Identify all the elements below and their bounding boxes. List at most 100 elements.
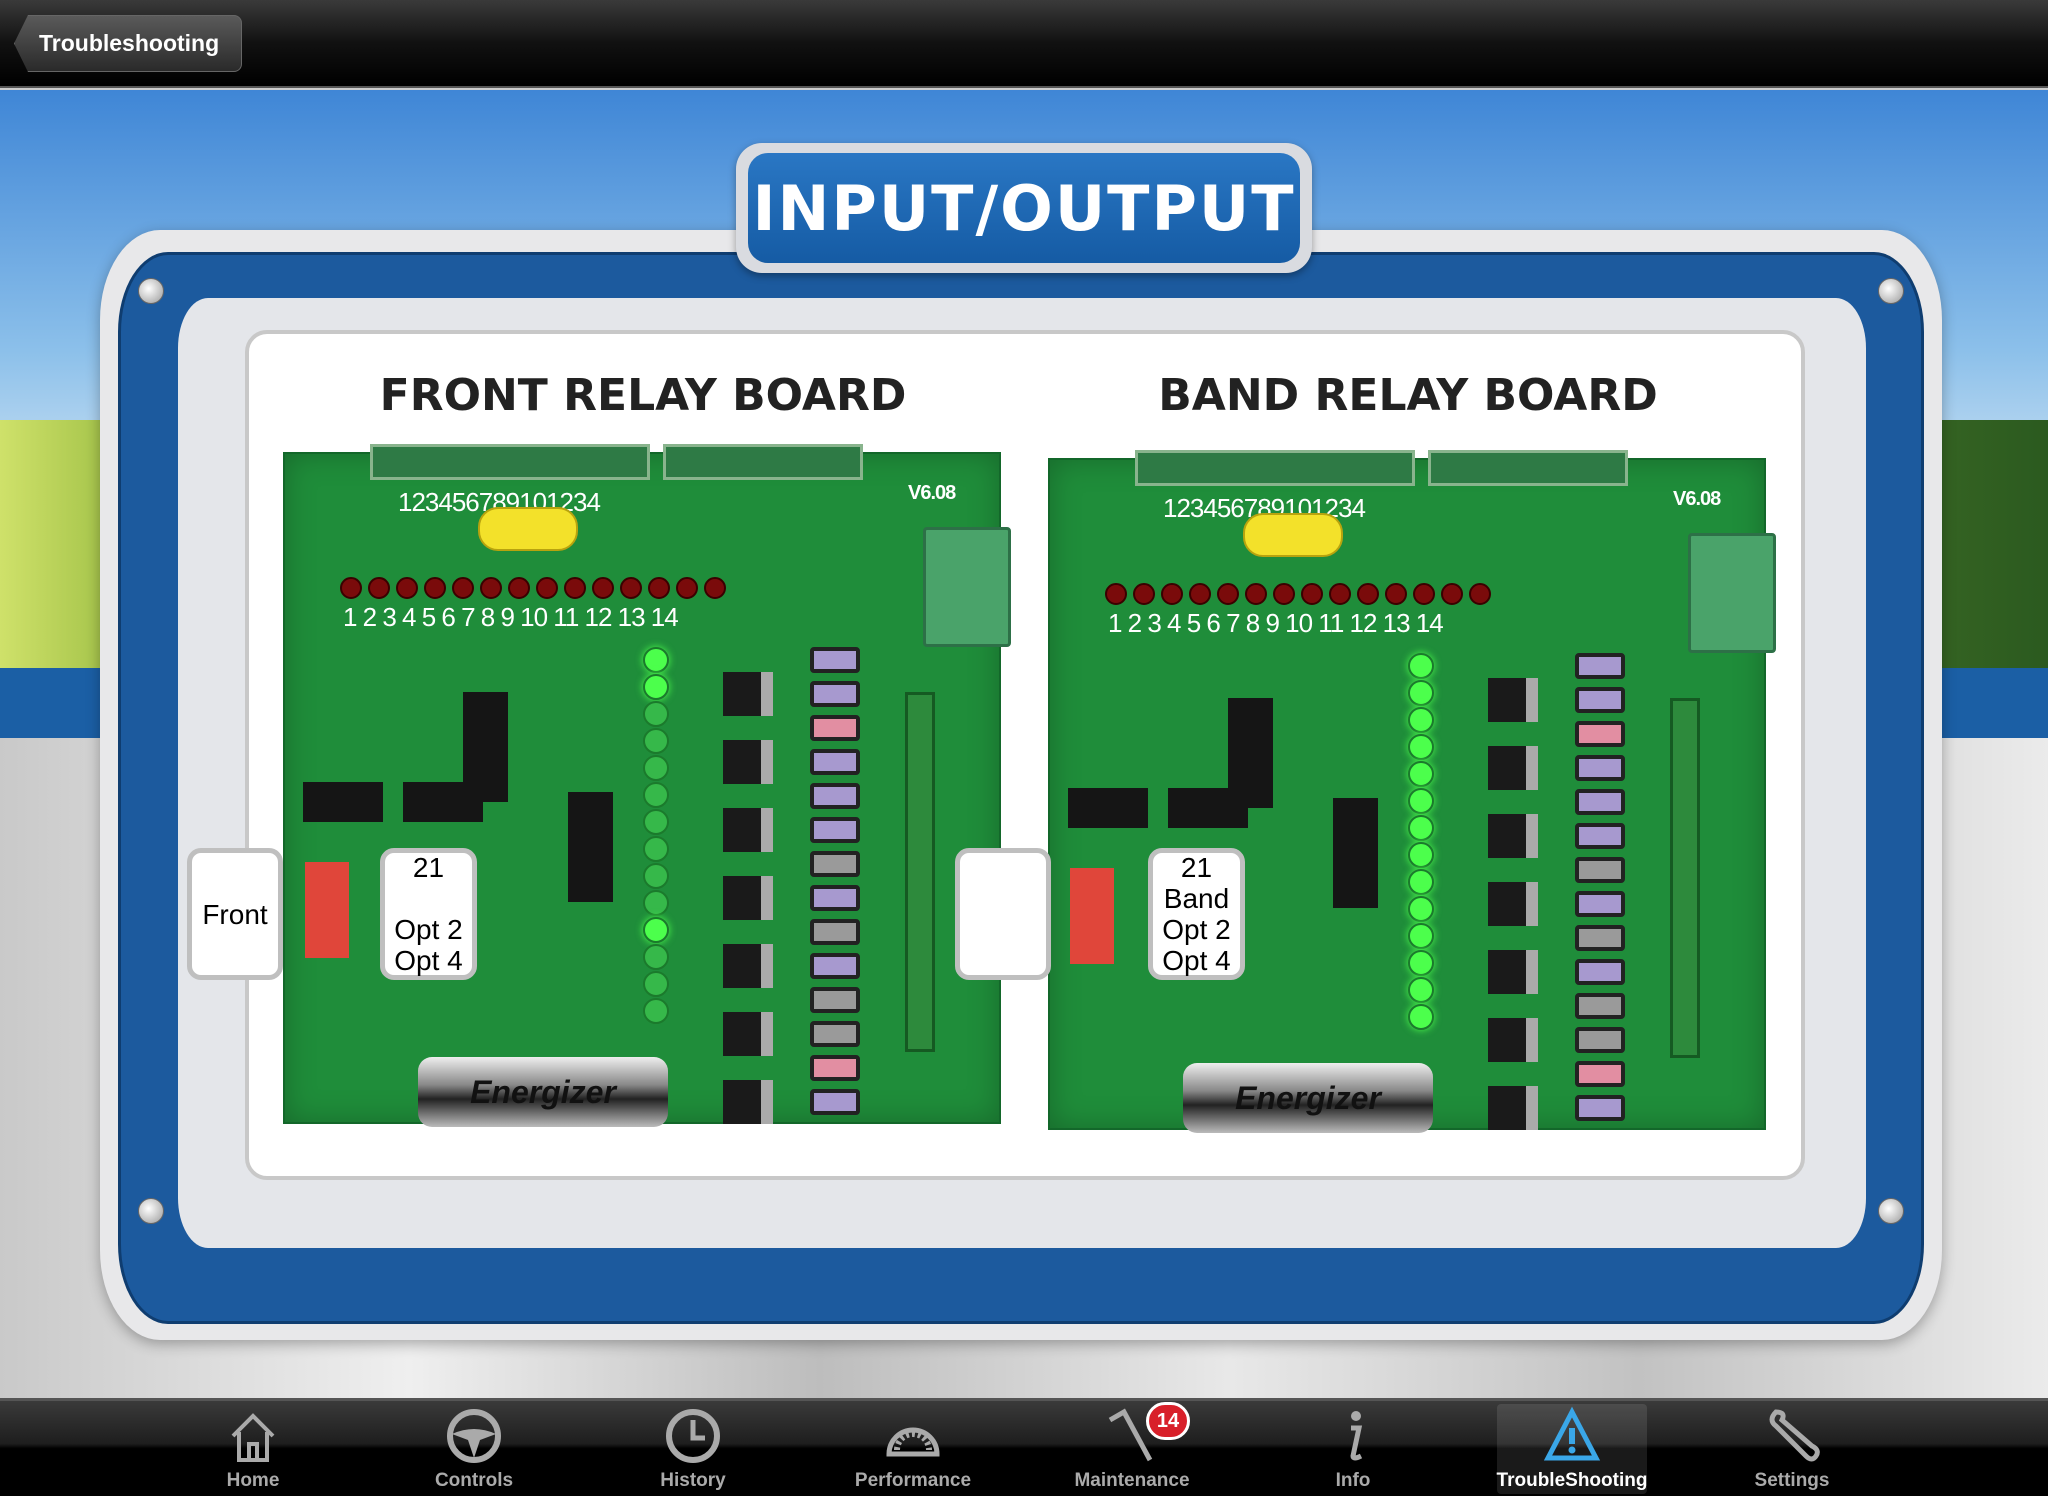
green-led bbox=[1408, 869, 1434, 895]
terminal-connector bbox=[663, 444, 863, 480]
tab-settings[interactable]: Settings bbox=[1717, 1404, 1867, 1494]
fuse bbox=[1575, 993, 1625, 1019]
tab-history[interactable]: History bbox=[618, 1404, 768, 1494]
green-led bbox=[643, 647, 669, 673]
wrench-icon bbox=[1769, 1409, 1820, 1462]
chip bbox=[303, 782, 383, 822]
red-led bbox=[648, 577, 670, 599]
power-connector bbox=[923, 527, 1011, 647]
red-led bbox=[1385, 583, 1407, 605]
fuse bbox=[1575, 925, 1625, 951]
green-led bbox=[1408, 923, 1434, 949]
tab-troubleshooting[interactable]: TroubleShooting bbox=[1497, 1404, 1647, 1494]
fuse bbox=[810, 987, 860, 1013]
top-nav-bar: Troubleshooting bbox=[0, 0, 2048, 88]
relay-transistor bbox=[1488, 678, 1538, 722]
output-terminal-strip bbox=[905, 692, 935, 1052]
green-led bbox=[643, 917, 669, 943]
warning-icon bbox=[1543, 1406, 1601, 1461]
green-led bbox=[1408, 734, 1434, 760]
tab-label: Info bbox=[1335, 1470, 1371, 1491]
tab-label: Controls bbox=[434, 1470, 514, 1491]
fuse bbox=[810, 953, 860, 979]
red-led bbox=[1469, 583, 1491, 605]
callout-text: Front bbox=[202, 898, 268, 930]
red-led bbox=[676, 577, 698, 599]
terminal-connector bbox=[370, 444, 650, 480]
green-led bbox=[643, 755, 669, 781]
green-led bbox=[1408, 842, 1434, 868]
output-terminal-strip bbox=[1670, 698, 1700, 1058]
fuse bbox=[1575, 1061, 1625, 1087]
green-led bbox=[1408, 896, 1434, 922]
red-led bbox=[536, 577, 558, 599]
callout-line: Band bbox=[1163, 883, 1230, 914]
green-led bbox=[1408, 950, 1434, 976]
tab-label: Maintenance bbox=[1074, 1470, 1190, 1491]
callout-line: 21 bbox=[412, 852, 445, 883]
relay-transistor bbox=[1488, 1018, 1538, 1062]
red-led bbox=[452, 577, 474, 599]
fuse bbox=[1575, 721, 1625, 747]
fuse bbox=[810, 851, 860, 877]
version-label: V6.08 bbox=[1673, 488, 1721, 510]
red-led bbox=[564, 577, 586, 599]
green-led bbox=[643, 674, 669, 700]
battery: Energizer bbox=[418, 1057, 668, 1127]
fuse bbox=[810, 647, 860, 673]
tab-home[interactable]: Home bbox=[178, 1404, 328, 1494]
fuse bbox=[1575, 959, 1625, 985]
tab-label: TroubleShooting bbox=[1496, 1470, 1648, 1491]
relay-transistor bbox=[1488, 746, 1538, 790]
fuse bbox=[1575, 857, 1625, 883]
relay-transistor bbox=[723, 1080, 773, 1124]
green-led bbox=[643, 836, 669, 862]
fuse bbox=[810, 715, 860, 741]
title-badge: INPUT/OUTPUT bbox=[736, 143, 1312, 273]
tab-label: Performance bbox=[854, 1470, 972, 1491]
fuse bbox=[1575, 891, 1625, 917]
red-led bbox=[1105, 583, 1127, 605]
callout-line: Opt 2 bbox=[1162, 914, 1231, 945]
red-led bbox=[396, 577, 418, 599]
chip bbox=[1068, 788, 1148, 828]
tab-controls[interactable]: Controls bbox=[399, 1404, 549, 1494]
gauge-icon bbox=[886, 1427, 940, 1457]
led-numbers: 1 2 3 4 5 6 7 8 9 10 11 12 13 14 bbox=[343, 602, 679, 632]
tab-label: Settings bbox=[1754, 1470, 1830, 1491]
fuse bbox=[1575, 1027, 1625, 1053]
relay-transistor bbox=[723, 808, 773, 852]
fuse bbox=[810, 1055, 860, 1081]
green-led bbox=[643, 971, 669, 997]
red-led bbox=[704, 577, 726, 599]
relay-transistor bbox=[1488, 1086, 1538, 1130]
steering-wheel-icon bbox=[447, 1409, 501, 1463]
relay-transistor bbox=[1488, 814, 1538, 858]
tab-performance[interactable]: Performance bbox=[838, 1404, 988, 1494]
chip bbox=[1168, 788, 1248, 828]
terminal-connector bbox=[1428, 450, 1628, 486]
fuse bbox=[1575, 755, 1625, 781]
tab-info[interactable]: Info bbox=[1278, 1404, 1428, 1494]
callout-line: Opt 4 bbox=[1162, 945, 1231, 976]
callout-line: Opt 4 bbox=[394, 945, 463, 976]
tab-label: Home bbox=[226, 1470, 280, 1491]
red-led bbox=[1245, 583, 1267, 605]
callout-line: Opt 2 bbox=[394, 914, 463, 945]
battery: Energizer bbox=[1183, 1063, 1433, 1133]
fuse bbox=[1575, 687, 1625, 713]
green-led bbox=[1408, 977, 1434, 1003]
fuse bbox=[810, 783, 860, 809]
red-led bbox=[340, 577, 362, 599]
fuse bbox=[810, 885, 860, 911]
pcb-board-image bbox=[283, 452, 1001, 1124]
fuse bbox=[1575, 789, 1625, 815]
fuse bbox=[1575, 1095, 1625, 1121]
relay-transistor bbox=[723, 672, 773, 716]
red-led bbox=[508, 577, 530, 599]
fuse bbox=[810, 1021, 860, 1047]
front-callout: Front bbox=[187, 848, 283, 980]
green-led bbox=[643, 728, 669, 754]
green-led bbox=[643, 809, 669, 835]
back-button[interactable]: Troubleshooting bbox=[14, 15, 242, 72]
